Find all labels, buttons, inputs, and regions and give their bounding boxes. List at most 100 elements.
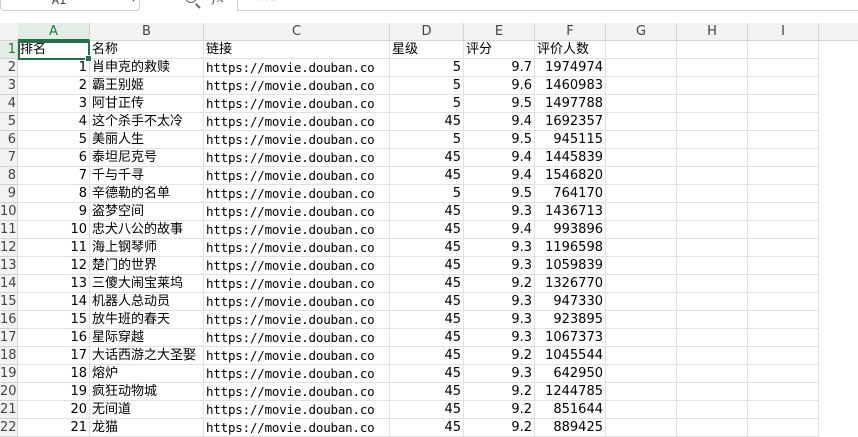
cell-score[interactable]: 9.4	[464, 167, 535, 185]
cell-score[interactable]: 9.3	[464, 239, 535, 257]
row-header-22[interactable]: 22	[0, 419, 18, 437]
fx-icon[interactable]: fx	[212, 0, 224, 6]
cell-name[interactable]: 盗梦空间	[90, 203, 204, 221]
column-header-a[interactable]: A	[18, 23, 90, 41]
cell-rank[interactable]: 18	[18, 365, 90, 383]
header-votes-cell[interactable]: 评价人数	[535, 41, 606, 59]
empty-cell[interactable]	[748, 113, 819, 131]
cell-score[interactable]: 9.4	[464, 113, 535, 131]
cell-votes[interactable]: 1244785	[535, 383, 606, 401]
empty-cell[interactable]	[606, 347, 677, 365]
cell-rank[interactable]: 19	[18, 383, 90, 401]
cell-url[interactable]: https://movie.douban.co	[204, 257, 390, 275]
cell-votes[interactable]: 1497788	[535, 95, 606, 113]
cell-name[interactable]: 泰坦尼克号	[90, 149, 204, 167]
select-all-corner[interactable]	[0, 23, 18, 40]
cell-stars[interactable]: 45	[390, 149, 464, 167]
column-header-g[interactable]: G	[606, 23, 677, 40]
empty-cell[interactable]	[748, 41, 819, 59]
cell-votes[interactable]: 923895	[535, 311, 606, 329]
header-name-cell[interactable]: 名称	[90, 41, 204, 59]
cell-name[interactable]: 三傻大闹宝莱坞	[90, 275, 204, 293]
cell-score[interactable]: 9.5	[464, 131, 535, 149]
empty-cell[interactable]	[606, 257, 677, 275]
cell-score[interactable]: 9.3	[464, 203, 535, 221]
cell-stars[interactable]: 45	[390, 167, 464, 185]
column-header-i[interactable]: I	[748, 23, 819, 40]
cell-score[interactable]: 9.3	[464, 329, 535, 347]
cell-stars[interactable]: 45	[390, 275, 464, 293]
empty-cell[interactable]	[748, 401, 819, 419]
cell-rank[interactable]: 11	[18, 239, 90, 257]
empty-cell[interactable]	[677, 419, 748, 437]
empty-cell[interactable]	[748, 365, 819, 383]
header-score-cell[interactable]: 评分	[464, 41, 535, 59]
cell-score[interactable]: 9.3	[464, 257, 535, 275]
cell-rank[interactable]: 12	[18, 257, 90, 275]
empty-cell[interactable]	[677, 131, 748, 149]
column-header-e[interactable]: E	[464, 23, 535, 40]
cell-votes[interactable]: 764170	[535, 185, 606, 203]
row-header-4[interactable]: 4	[0, 95, 18, 113]
empty-cell[interactable]	[606, 329, 677, 347]
cell-name[interactable]: 辛德勒的名单	[90, 185, 204, 203]
cell-name[interactable]: 机器人总动员	[90, 293, 204, 311]
column-header-b[interactable]: B	[90, 23, 204, 40]
cell-stars[interactable]: 5	[390, 185, 464, 203]
cell-url[interactable]: https://movie.douban.co	[204, 419, 390, 437]
empty-cell[interactable]	[748, 329, 819, 347]
empty-cell[interactable]	[606, 419, 677, 437]
cell-score[interactable]: 9.2	[464, 401, 535, 419]
empty-cell[interactable]	[748, 59, 819, 77]
empty-cell[interactable]	[606, 185, 677, 203]
formula-input[interactable]: 排名	[237, 0, 858, 11]
cell-name[interactable]: 大话西游之大圣娶	[90, 347, 204, 365]
cell-name[interactable]: 放牛班的春天	[90, 311, 204, 329]
cell-stars[interactable]: 45	[390, 419, 464, 437]
cell-url[interactable]: https://movie.douban.co	[204, 347, 390, 365]
empty-cell[interactable]	[606, 113, 677, 131]
cell-votes[interactable]: 1436713	[535, 203, 606, 221]
cell-score[interactable]: 9.3	[464, 311, 535, 329]
empty-cell[interactable]	[677, 167, 748, 185]
cell-votes[interactable]: 1045544	[535, 347, 606, 365]
cell-votes[interactable]: 1196598	[535, 239, 606, 257]
cell-url[interactable]: https://movie.douban.co	[204, 185, 390, 203]
row-header-6[interactable]: 6	[0, 131, 18, 149]
empty-cell[interactable]	[748, 275, 819, 293]
cell-votes[interactable]: 1974974	[535, 59, 606, 77]
row-header-18[interactable]: 18	[0, 347, 18, 365]
cell-stars[interactable]: 45	[390, 293, 464, 311]
cell-url[interactable]: https://movie.douban.co	[204, 293, 390, 311]
cell-url[interactable]: https://movie.douban.co	[204, 329, 390, 347]
cell-score[interactable]: 9.2	[464, 383, 535, 401]
empty-cell[interactable]	[606, 401, 677, 419]
cell-name[interactable]: 忠犬八公的故事	[90, 221, 204, 239]
cell-stars[interactable]: 5	[390, 131, 464, 149]
empty-cell[interactable]	[606, 293, 677, 311]
column-header-h[interactable]: H	[677, 23, 748, 40]
empty-cell[interactable]	[606, 311, 677, 329]
cell-score[interactable]: 9.4	[464, 149, 535, 167]
cell-name[interactable]: 楚门的世界	[90, 257, 204, 275]
empty-cell[interactable]	[606, 203, 677, 221]
cell-stars[interactable]: 5	[390, 77, 464, 95]
empty-cell[interactable]	[748, 239, 819, 257]
cell-score[interactable]: 9.2	[464, 347, 535, 365]
cell-stars[interactable]: 45	[390, 311, 464, 329]
row-header-11[interactable]: 11	[0, 221, 18, 239]
cell-score[interactable]: 9.6	[464, 77, 535, 95]
empty-cell[interactable]	[606, 221, 677, 239]
cell-rank[interactable]: 15	[18, 311, 90, 329]
cell-votes[interactable]: 1059839	[535, 257, 606, 275]
cell-votes[interactable]: 1460983	[535, 77, 606, 95]
cell-stars[interactable]: 45	[390, 221, 464, 239]
cell-score[interactable]: 9.4	[464, 221, 535, 239]
empty-cell[interactable]	[748, 347, 819, 365]
cell-rank[interactable]: 20	[18, 401, 90, 419]
cell-votes[interactable]: 993896	[535, 221, 606, 239]
empty-cell[interactable]	[677, 77, 748, 95]
empty-cell[interactable]	[606, 41, 677, 59]
empty-cell[interactable]	[677, 41, 748, 59]
cell-votes[interactable]: 1445839	[535, 149, 606, 167]
